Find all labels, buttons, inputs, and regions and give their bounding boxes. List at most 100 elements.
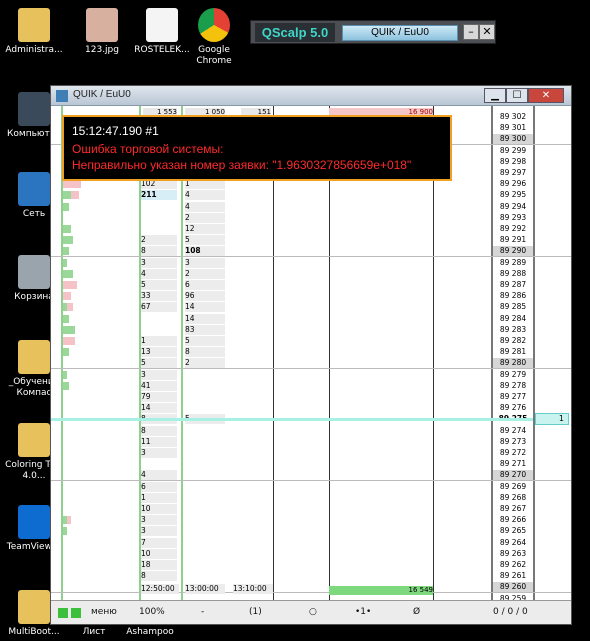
price-cell[interactable]: 89 260 xyxy=(493,582,533,593)
volume-cell[interactable]: 2 xyxy=(185,358,225,369)
volume-cell[interactable]: 4 xyxy=(185,201,225,212)
price-cell[interactable]: 89 277 xyxy=(493,392,533,402)
trades-cell[interactable]: 8 xyxy=(141,571,177,582)
volume-cell[interactable]: 108 xyxy=(185,246,225,257)
price-cell[interactable]: 89 276 xyxy=(493,403,533,414)
volume-cell[interactable]: 12 xyxy=(185,224,225,234)
price-cell[interactable]: 89 286 xyxy=(493,291,533,302)
price-cell[interactable]: 89 267 xyxy=(493,504,533,514)
price-cell[interactable]: 89 298 xyxy=(493,156,533,167)
price-cell[interactable]: 89 292 xyxy=(493,224,533,234)
trades-cell[interactable]: 8 xyxy=(141,425,177,436)
price-cell[interactable]: 89 265 xyxy=(493,526,533,537)
price-cell[interactable]: 89 299 xyxy=(493,145,533,156)
window-minimize-button[interactable]: ▁ xyxy=(484,88,506,103)
price-cell[interactable]: 89 284 xyxy=(493,313,533,324)
price-cell[interactable]: 89 302 xyxy=(493,112,533,122)
trades-cell[interactable]: 4 xyxy=(141,470,177,481)
trades-cell[interactable]: 14 xyxy=(141,403,177,414)
trades-cell[interactable]: 79 xyxy=(141,392,177,402)
trades-cell[interactable]: 211 xyxy=(141,190,177,201)
volume-cell[interactable]: 14 xyxy=(185,302,225,313)
price-cell[interactable]: 89 296 xyxy=(493,179,533,190)
price-cell[interactable]: 89 287 xyxy=(493,280,533,290)
price-cell[interactable]: 89 280 xyxy=(493,358,533,369)
trades-cell[interactable]: 5 xyxy=(141,280,177,290)
price-cell[interactable]: 89 273 xyxy=(493,436,533,447)
close-button[interactable]: ✕ xyxy=(479,24,495,40)
trades-cell[interactable]: 3 xyxy=(141,369,177,380)
window-titlebar[interactable]: QUIK / EuU0 ▁ ☐ ✕ xyxy=(51,86,571,106)
status-quantity[interactable]: •1• xyxy=(355,607,371,617)
trades-cell[interactable]: 4 xyxy=(141,268,177,279)
price-cell[interactable]: 89 271 xyxy=(493,459,533,470)
trades-cell[interactable]: 41 xyxy=(141,380,177,391)
minimize-button[interactable]: – xyxy=(463,24,479,40)
trades-cell[interactable]: 1 xyxy=(141,492,177,503)
status-empty[interactable]: Ø xyxy=(413,607,420,617)
price-cell[interactable]: 89 279 xyxy=(493,369,533,380)
trades-cell[interactable]: 13 xyxy=(141,347,177,358)
price-cell[interactable]: 89 261 xyxy=(493,571,533,582)
trades-cell[interactable]: 8 xyxy=(141,246,177,257)
zoom-level[interactable]: 100% xyxy=(139,607,165,617)
volume-cell[interactable]: 96 xyxy=(185,291,225,302)
trades-cell[interactable]: 5 xyxy=(141,358,177,369)
volume-cell[interactable]: 2 xyxy=(185,212,225,223)
price-cell[interactable]: 89 274 xyxy=(493,425,533,436)
trades-cell[interactable]: 33 xyxy=(141,291,177,302)
volume-cell[interactable]: 3 xyxy=(185,257,225,268)
trades-cell[interactable]: 3 xyxy=(141,448,177,458)
volume-cell[interactable]: 14 xyxy=(185,313,225,324)
price-cell[interactable]: 89 300 xyxy=(493,134,533,145)
desktop-icon-3[interactable]: Google Chrome xyxy=(182,8,246,67)
price-cell[interactable]: 89 263 xyxy=(493,548,533,559)
status-circle[interactable]: ○ xyxy=(309,607,317,617)
price-cell[interactable]: 89 289 xyxy=(493,257,533,268)
trades-cell[interactable]: 3 xyxy=(141,257,177,268)
price-cell[interactable]: 89 290 xyxy=(493,246,533,257)
trades-cell[interactable]: 6 xyxy=(141,481,177,492)
price-cell[interactable]: 89 288 xyxy=(493,268,533,279)
trades-cell[interactable]: 7 xyxy=(141,537,177,548)
price-cell[interactable]: 89 291 xyxy=(493,235,533,246)
price-cell[interactable]: 89 285 xyxy=(493,302,533,313)
price-cell[interactable]: 89 294 xyxy=(493,201,533,212)
trades-cell[interactable]: 11 xyxy=(141,436,177,447)
trades-cell[interactable]: 3 xyxy=(141,515,177,526)
price-cell[interactable]: 89 293 xyxy=(493,212,533,223)
trades-cell[interactable]: 67 xyxy=(141,302,177,313)
trades-cell[interactable]: 10 xyxy=(141,548,177,559)
price-cell[interactable]: 89 272 xyxy=(493,448,533,458)
volume-cell[interactable]: 4 xyxy=(185,190,225,201)
price-cell[interactable]: 89 282 xyxy=(493,336,533,346)
menu-button[interactable]: меню xyxy=(91,607,117,617)
trades-cell[interactable]: 1 xyxy=(141,336,177,346)
volume-cell[interactable]: 2 xyxy=(185,268,225,279)
price-cell[interactable]: 89 262 xyxy=(493,560,533,570)
desktop-icon-1[interactable]: 123.jpg xyxy=(70,8,134,56)
price-cell[interactable]: 89 264 xyxy=(493,537,533,548)
price-cell[interactable]: 89 270 xyxy=(493,470,533,481)
price-cell[interactable]: 89 278 xyxy=(493,380,533,391)
price-cell[interactable]: 89 268 xyxy=(493,492,533,503)
window-maximize-button[interactable]: ☐ xyxy=(506,88,528,103)
volume-cell[interactable]: 5 xyxy=(185,235,225,246)
price-cell[interactable]: 89 281 xyxy=(493,347,533,358)
volume-cell[interactable]: 5 xyxy=(185,336,225,346)
trades-cell[interactable]: 10 xyxy=(141,504,177,514)
volume-cell[interactable]: 83 xyxy=(185,324,225,335)
volume-cell[interactable]: 6 xyxy=(185,280,225,290)
price-cell[interactable]: 89 297 xyxy=(493,168,533,178)
price-cell[interactable]: 89 301 xyxy=(493,123,533,134)
price-cell[interactable]: 89 295 xyxy=(493,190,533,201)
price-cell[interactable]: 89 283 xyxy=(493,324,533,335)
desktop-icon-0[interactable]: Administra... xyxy=(2,8,66,56)
instrument-button[interactable]: QUIK / EuU0 xyxy=(342,25,458,41)
volume-cell[interactable]: 8 xyxy=(185,347,225,358)
price-cell[interactable]: 89 269 xyxy=(493,481,533,492)
trades-cell[interactable]: 3 xyxy=(141,526,177,537)
trades-cell[interactable]: 18 xyxy=(141,560,177,570)
current-volume-marker[interactable]: 1 xyxy=(535,413,569,426)
trades-cell[interactable]: 2 xyxy=(141,235,177,246)
